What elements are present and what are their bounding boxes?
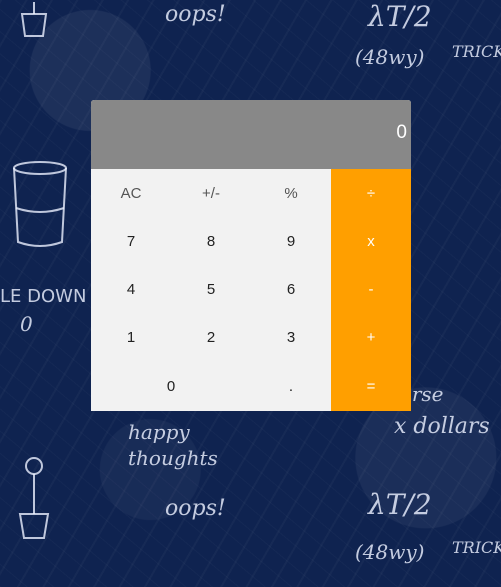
digit-3-button[interactable]: 3 — [251, 313, 331, 361]
doodle-oops-top: oops! — [165, 2, 226, 27]
add-button[interactable]: + — [331, 313, 411, 361]
percent-button[interactable]: % — [251, 169, 331, 217]
digit-7-button[interactable]: 7 — [91, 217, 171, 265]
keypad: AC +/- % ÷ 7 8 9 x 4 5 6 - 1 2 3 + 0 . = — [91, 169, 411, 411]
doodle-side-text: LE DOWN — [0, 286, 87, 307]
doodle-oops-bottom: oops! — [165, 496, 226, 521]
clear-button[interactable]: AC — [91, 169, 171, 217]
digit-6-button[interactable]: 6 — [251, 265, 331, 313]
doodle-flower-pot — [14, 452, 54, 542]
doodle-thoughts: thoughts — [128, 446, 218, 470]
doodle-happy: happy — [128, 420, 190, 444]
doodle-cup-top — [14, 0, 54, 40]
doodle-formula-bottom: λT/2 — [368, 488, 432, 521]
doodle-glass — [10, 160, 70, 250]
subtract-button[interactable]: - — [331, 265, 411, 313]
doodle-dollars: x dollars — [394, 414, 490, 439]
decimal-button[interactable]: . — [251, 361, 331, 411]
digit-9-button[interactable]: 9 — [251, 217, 331, 265]
doodle-trick-top: TRICK — [452, 42, 501, 61]
multiply-button[interactable]: x — [331, 217, 411, 265]
equals-button[interactable]: = — [331, 361, 411, 411]
digit-1-button[interactable]: 1 — [91, 313, 171, 361]
digit-4-button[interactable]: 4 — [91, 265, 171, 313]
sign-toggle-button[interactable]: +/- — [171, 169, 251, 217]
display-value: 0 — [396, 122, 407, 143]
doodle-paren-top: (48wy) — [355, 45, 425, 69]
doodle-paren-bottom: (48wy) — [355, 540, 425, 564]
divide-button[interactable]: ÷ — [331, 169, 411, 217]
calculator-display: 0 — [91, 100, 411, 169]
digit-2-button[interactable]: 2 — [171, 313, 251, 361]
doodle-zero-left: 0 — [20, 312, 33, 336]
doodle-trick-bottom: TRICK — [452, 538, 501, 557]
digit-8-button[interactable]: 8 — [171, 217, 251, 265]
digit-0-button[interactable]: 0 — [91, 361, 251, 411]
calculator: 0 AC +/- % ÷ 7 8 9 x 4 5 6 - 1 2 3 + 0 .… — [91, 100, 411, 411]
doodle-formula-top: λT/2 — [368, 0, 432, 33]
digit-5-button[interactable]: 5 — [171, 265, 251, 313]
